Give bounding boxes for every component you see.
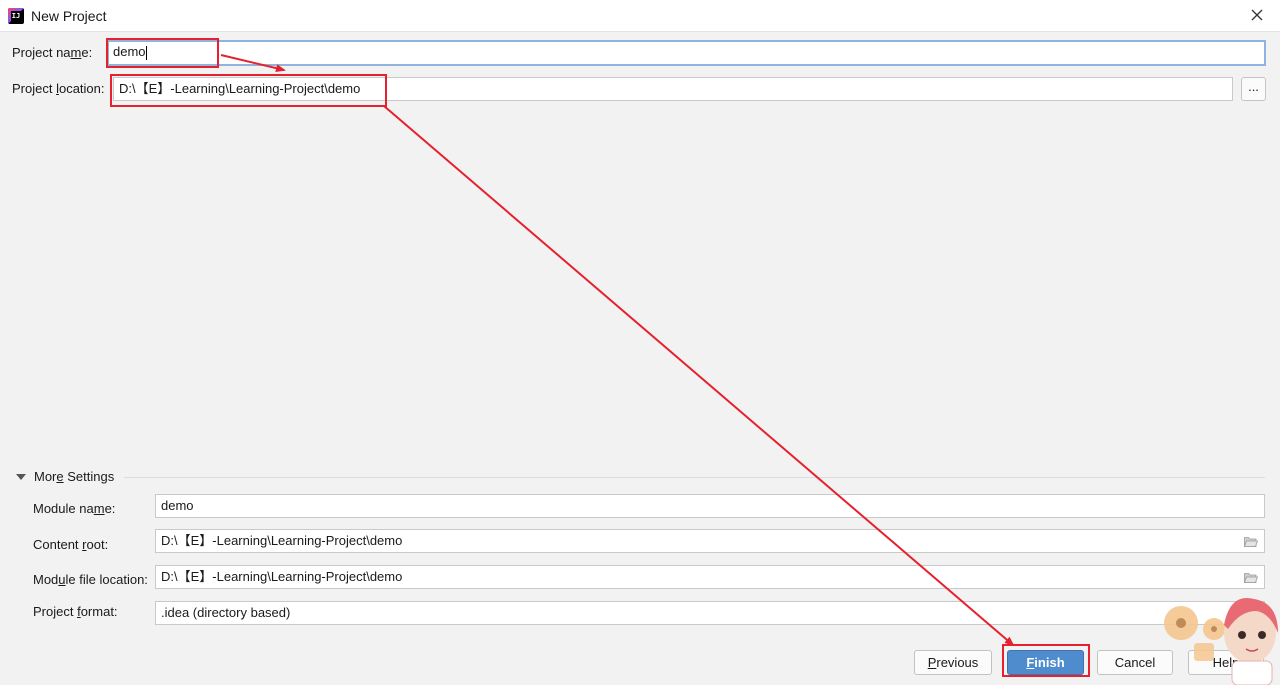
content-root-label: Content root:	[33, 537, 108, 552]
folder-icon[interactable]	[1244, 572, 1258, 583]
project-location-value: D:\【E】-Learning\Learning-Project\demo	[119, 81, 361, 96]
finish-button[interactable]: Finish	[1007, 650, 1084, 675]
previous-button-label: revious	[936, 655, 979, 670]
project-format-value: .idea (directory based)	[161, 605, 291, 620]
module-name-label-mnemonic: m	[93, 501, 105, 516]
module-name-value: demo	[161, 498, 194, 513]
module-file-location-label: Module file location:	[33, 572, 148, 587]
title-bar: IJ New Project	[0, 0, 1280, 32]
project-format-label-text: Project	[33, 604, 78, 619]
text-cursor	[145, 45, 147, 60]
content-root-field[interactable]: D:\【E】-Learning\Learning-Project\demo	[155, 529, 1265, 553]
module-file-label-suffix: le file location:	[65, 572, 148, 587]
module-file-location-field[interactable]: D:\【E】-Learning\Learning-Project\demo	[155, 565, 1265, 589]
project-location-label: Project location:	[12, 81, 105, 96]
module-file-label-text: Mod	[33, 572, 59, 587]
module-file-label-mnemonic: u	[58, 572, 66, 587]
intellij-idea-icon: IJ	[8, 8, 24, 24]
folder-icon[interactable]	[1244, 536, 1258, 547]
project-name-label-suffix: e:	[81, 45, 93, 60]
more-settings-toggle[interactable]: More Settings	[34, 469, 114, 484]
window-title: New Project	[31, 8, 107, 24]
content-root-label-suffix: oot:	[86, 537, 109, 552]
project-format-select[interactable]: .idea (directory based)	[155, 601, 1265, 625]
close-icon[interactable]	[1249, 7, 1265, 23]
module-name-label-suffix: e:	[104, 501, 116, 516]
project-name-label-mnemonic: m	[70, 45, 82, 60]
more-settings-label-mnemonic: e	[56, 469, 64, 484]
project-location-label-suffix: ocation:	[58, 81, 105, 96]
content-root-value: D:\【E】-Learning\Learning-Project\demo	[161, 533, 403, 548]
module-name-label: Module name:	[33, 501, 115, 516]
cancel-button[interactable]: Cancel	[1097, 650, 1173, 675]
more-settings-label-text: Mor	[34, 469, 57, 484]
section-separator	[124, 477, 1265, 478]
help-button[interactable]: Help	[1188, 650, 1264, 675]
project-format-label: Project format:	[33, 604, 118, 619]
project-name-field[interactable]: demo	[107, 40, 1266, 66]
project-location-field[interactable]: D:\【E】-Learning\Learning-Project\demo	[113, 77, 1233, 101]
more-settings-label-suffix: Settings	[63, 469, 115, 484]
previous-button[interactable]: Previous	[914, 650, 992, 675]
finish-button-label: inish	[1034, 655, 1065, 670]
collapse-triangle-icon[interactable]	[16, 474, 26, 480]
project-format-label-suffix: ormat:	[80, 604, 118, 619]
project-name-label: Project name:	[12, 45, 92, 60]
project-name-label-text: Project na	[12, 45, 71, 60]
project-name-value: demo	[113, 44, 146, 59]
content-root-label-text: Content	[33, 537, 83, 552]
module-file-location-value: D:\【E】-Learning\Learning-Project\demo	[161, 569, 403, 584]
browse-location-button[interactable]: ...	[1241, 77, 1266, 101]
module-name-label-text: Module na	[33, 501, 94, 516]
project-location-label-text: Project	[12, 81, 57, 96]
module-name-field[interactable]: demo	[155, 494, 1265, 518]
